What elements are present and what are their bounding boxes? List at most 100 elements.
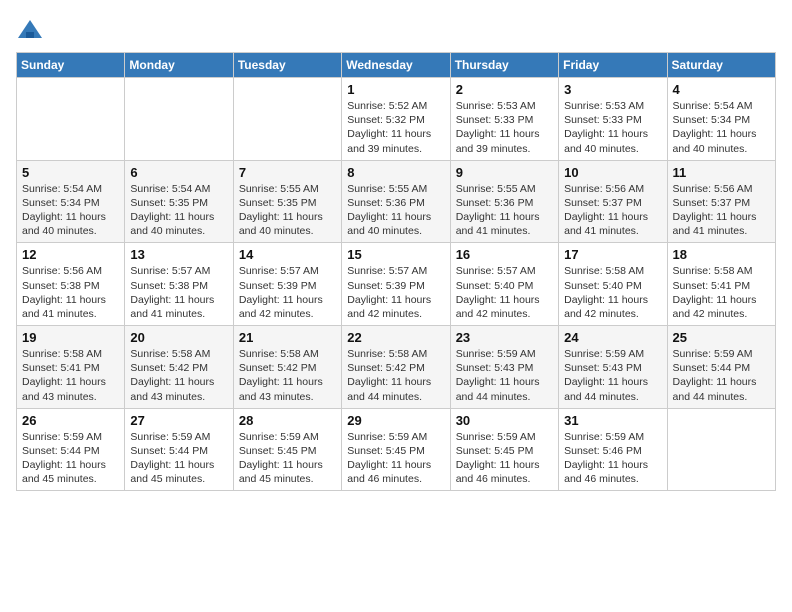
day-number: 26 <box>22 413 119 428</box>
page-header <box>16 16 776 44</box>
day-number: 6 <box>130 165 227 180</box>
day-number: 13 <box>130 247 227 262</box>
day-info: Sunrise: 5:58 AM Sunset: 5:40 PM Dayligh… <box>564 264 661 321</box>
calendar-cell: 12 Sunrise: 5:56 AM Sunset: 5:38 PM Dayli… <box>17 243 125 326</box>
calendar-cell: 29Sunrise: 5:59 AM Sunset: 5:45 PM Dayli… <box>342 408 450 491</box>
day-number: 9 <box>456 165 553 180</box>
day-info: Sunrise: 5:55 AM Sunset: 5:36 PM Dayligh… <box>456 182 553 239</box>
day-info: Sunrise: 5:59 AM Sunset: 5:44 PM Dayligh… <box>130 430 227 487</box>
day-info: Sunrise: 5:57 AM Sunset: 5:39 PM Dayligh… <box>239 264 336 321</box>
calendar-cell: 7 Sunrise: 5:55 AM Sunset: 5:35 PM Daylig… <box>233 160 341 243</box>
day-number: 17 <box>564 247 661 262</box>
day-info: Sunrise: 5:53 AM Sunset: 5:33 PM Dayligh… <box>456 99 553 156</box>
calendar-cell <box>17 78 125 161</box>
day-info: Sunrise: 5:59 AM Sunset: 5:44 PM Dayligh… <box>673 347 770 404</box>
weekday-header: Saturday <box>667 53 775 78</box>
day-number: 23 <box>456 330 553 345</box>
calendar-cell: 18 Sunrise: 5:58 AM Sunset: 5:41 PM Dayli… <box>667 243 775 326</box>
day-number: 19 <box>22 330 119 345</box>
day-number: 10 <box>564 165 661 180</box>
day-info: Sunrise: 5:57 AM Sunset: 5:38 PM Dayligh… <box>130 264 227 321</box>
calendar-cell: 22 Sunrise: 5:58 AM Sunset: 5:42 PM Dayli… <box>342 326 450 409</box>
weekday-header: Tuesday <box>233 53 341 78</box>
day-info: Sunrise: 5:58 AM Sunset: 5:41 PM Dayligh… <box>673 264 770 321</box>
calendar-cell: 21Sunrise: 5:58 AM Sunset: 5:42 PM Dayli… <box>233 326 341 409</box>
calendar-cell: 16 Sunrise: 5:57 AM Sunset: 5:40 PM Dayli… <box>450 243 558 326</box>
calendar-week-row: 12 Sunrise: 5:56 AM Sunset: 5:38 PM Dayli… <box>17 243 776 326</box>
calendar-cell: 14Sunrise: 5:57 AM Sunset: 5:39 PM Dayli… <box>233 243 341 326</box>
day-info: Sunrise: 5:59 AM Sunset: 5:43 PM Dayligh… <box>456 347 553 404</box>
day-number: 16 <box>456 247 553 262</box>
day-number: 31 <box>564 413 661 428</box>
day-info: Sunrise: 5:55 AM Sunset: 5:35 PM Dayligh… <box>239 182 336 239</box>
day-number: 20 <box>130 330 227 345</box>
day-number: 11 <box>673 165 770 180</box>
calendar-cell: 25 Sunrise: 5:59 AM Sunset: 5:44 PM Dayli… <box>667 326 775 409</box>
day-info: Sunrise: 5:57 AM Sunset: 5:40 PM Dayligh… <box>456 264 553 321</box>
day-info: Sunrise: 5:52 AM Sunset: 5:32 PM Dayligh… <box>347 99 444 156</box>
calendar-cell: 9 Sunrise: 5:55 AM Sunset: 5:36 PM Daylig… <box>450 160 558 243</box>
calendar-cell: 1 Sunrise: 5:52 AM Sunset: 5:32 PM Daylig… <box>342 78 450 161</box>
calendar-header-row: SundayMondayTuesdayWednesdayThursdayFrid… <box>17 53 776 78</box>
calendar-cell: 28 Sunrise: 5:59 AM Sunset: 5:45 PM Dayli… <box>233 408 341 491</box>
day-number: 2 <box>456 82 553 97</box>
calendar-cell: 2 Sunrise: 5:53 AM Sunset: 5:33 PM Daylig… <box>450 78 558 161</box>
calendar-cell: 11 Sunrise: 5:56 AM Sunset: 5:37 PM Dayli… <box>667 160 775 243</box>
weekday-header: Sunday <box>17 53 125 78</box>
day-info: Sunrise: 5:53 AM Sunset: 5:33 PM Dayligh… <box>564 99 661 156</box>
day-number: 22 <box>347 330 444 345</box>
calendar-cell: 8Sunrise: 5:55 AM Sunset: 5:36 PM Daylig… <box>342 160 450 243</box>
weekday-header: Thursday <box>450 53 558 78</box>
calendar-cell: 15 Sunrise: 5:57 AM Sunset: 5:39 PM Dayli… <box>342 243 450 326</box>
calendar-week-row: 1 Sunrise: 5:52 AM Sunset: 5:32 PM Daylig… <box>17 78 776 161</box>
day-number: 4 <box>673 82 770 97</box>
day-number: 25 <box>673 330 770 345</box>
calendar-week-row: 19 Sunrise: 5:58 AM Sunset: 5:41 PM Dayli… <box>17 326 776 409</box>
calendar-cell: 24 Sunrise: 5:59 AM Sunset: 5:43 PM Dayli… <box>559 326 667 409</box>
day-number: 15 <box>347 247 444 262</box>
calendar-cell: 5 Sunrise: 5:54 AM Sunset: 5:34 PM Daylig… <box>17 160 125 243</box>
weekday-header: Wednesday <box>342 53 450 78</box>
day-number: 3 <box>564 82 661 97</box>
day-number: 21 <box>239 330 336 345</box>
logo <box>16 16 48 44</box>
calendar-week-row: 5 Sunrise: 5:54 AM Sunset: 5:34 PM Daylig… <box>17 160 776 243</box>
calendar-cell: 17 Sunrise: 5:58 AM Sunset: 5:40 PM Dayli… <box>559 243 667 326</box>
day-info: Sunrise: 5:56 AM Sunset: 5:37 PM Dayligh… <box>564 182 661 239</box>
day-number: 28 <box>239 413 336 428</box>
weekday-header: Friday <box>559 53 667 78</box>
day-info: Sunrise: 5:54 AM Sunset: 5:34 PM Dayligh… <box>22 182 119 239</box>
day-number: 27 <box>130 413 227 428</box>
day-number: 18 <box>673 247 770 262</box>
day-info: Sunrise: 5:54 AM Sunset: 5:35 PM Dayligh… <box>130 182 227 239</box>
calendar-table: SundayMondayTuesdayWednesdayThursdayFrid… <box>16 52 776 491</box>
day-number: 24 <box>564 330 661 345</box>
day-info: Sunrise: 5:59 AM Sunset: 5:45 PM Dayligh… <box>456 430 553 487</box>
calendar-cell <box>667 408 775 491</box>
calendar-cell <box>233 78 341 161</box>
calendar-cell: 31 Sunrise: 5:59 AM Sunset: 5:46 PM Dayli… <box>559 408 667 491</box>
day-info: Sunrise: 5:59 AM Sunset: 5:44 PM Dayligh… <box>22 430 119 487</box>
day-number: 12 <box>22 247 119 262</box>
day-number: 7 <box>239 165 336 180</box>
day-number: 30 <box>456 413 553 428</box>
day-info: Sunrise: 5:56 AM Sunset: 5:38 PM Dayligh… <box>22 264 119 321</box>
day-info: Sunrise: 5:59 AM Sunset: 5:46 PM Dayligh… <box>564 430 661 487</box>
calendar-cell: 13 Sunrise: 5:57 AM Sunset: 5:38 PM Dayli… <box>125 243 233 326</box>
day-number: 5 <box>22 165 119 180</box>
day-number: 1 <box>347 82 444 97</box>
calendar-cell: 10 Sunrise: 5:56 AM Sunset: 5:37 PM Dayli… <box>559 160 667 243</box>
calendar-cell: 23 Sunrise: 5:59 AM Sunset: 5:43 PM Dayli… <box>450 326 558 409</box>
calendar-week-row: 26 Sunrise: 5:59 AM Sunset: 5:44 PM Dayli… <box>17 408 776 491</box>
calendar-cell: 26 Sunrise: 5:59 AM Sunset: 5:44 PM Dayli… <box>17 408 125 491</box>
day-info: Sunrise: 5:59 AM Sunset: 5:43 PM Dayligh… <box>564 347 661 404</box>
day-info: Sunrise: 5:58 AM Sunset: 5:42 PM Dayligh… <box>347 347 444 404</box>
day-info: Sunrise: 5:58 AM Sunset: 5:41 PM Dayligh… <box>22 347 119 404</box>
day-info: Sunrise: 5:57 AM Sunset: 5:39 PM Dayligh… <box>347 264 444 321</box>
calendar-cell: 30 Sunrise: 5:59 AM Sunset: 5:45 PM Dayli… <box>450 408 558 491</box>
day-info: Sunrise: 5:56 AM Sunset: 5:37 PM Dayligh… <box>673 182 770 239</box>
day-number: 29 <box>347 413 444 428</box>
calendar-cell <box>125 78 233 161</box>
day-info: Sunrise: 5:54 AM Sunset: 5:34 PM Dayligh… <box>673 99 770 156</box>
day-info: Sunrise: 5:59 AM Sunset: 5:45 PM Dayligh… <box>239 430 336 487</box>
